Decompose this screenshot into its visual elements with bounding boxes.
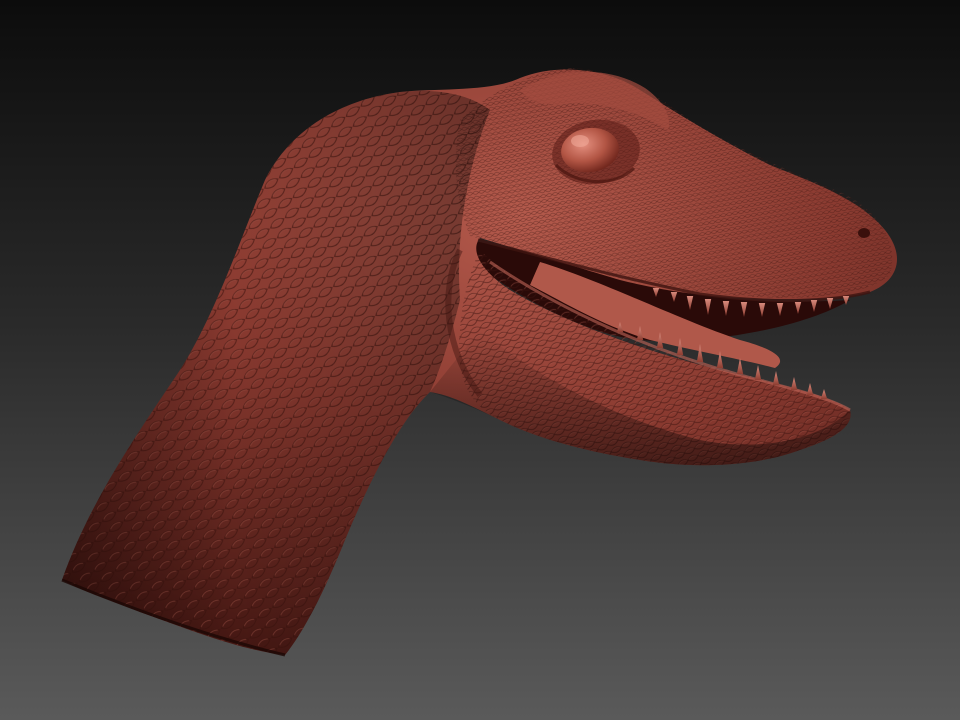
nostril-icon [858, 228, 870, 238]
sculpt-render [0, 0, 960, 720]
eye-highlight [571, 135, 589, 147]
3d-viewport[interactable] [0, 0, 960, 720]
